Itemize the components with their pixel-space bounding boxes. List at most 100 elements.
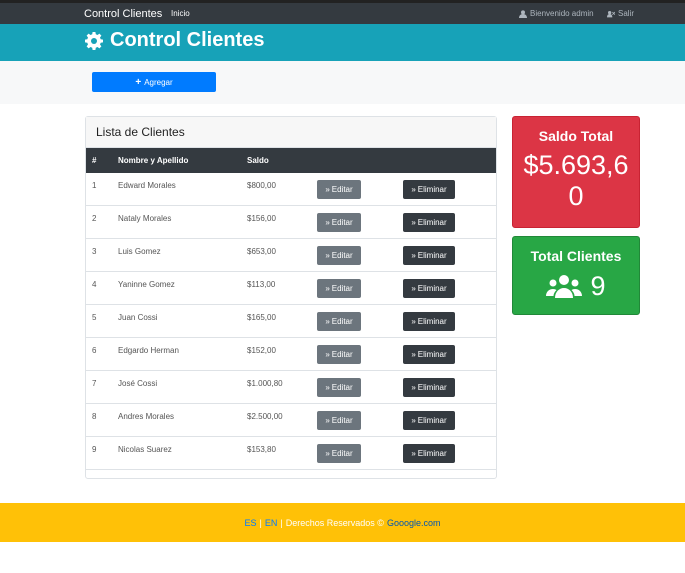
delete-button[interactable]: » Eliminar bbox=[403, 279, 455, 298]
row-balance: $653,00 bbox=[247, 247, 276, 256]
edit-label: Editar bbox=[331, 416, 353, 425]
edit-button[interactable]: » Editar bbox=[317, 246, 361, 265]
delete-button[interactable]: » Eliminar bbox=[403, 180, 455, 199]
table-row: 1 Edward Morales $800,00» Editar» Eliminar bbox=[86, 173, 496, 206]
actions-bar: + Agregar bbox=[0, 61, 685, 104]
delete-label: Eliminar bbox=[417, 185, 447, 194]
row-balance: $152,00 bbox=[247, 346, 276, 355]
table-row: 3 Luis Gomez $653,00» Editar» Eliminar bbox=[86, 239, 496, 272]
nav-link-home[interactable]: Inicio bbox=[171, 9, 190, 18]
double-chevron-icon: » bbox=[411, 218, 416, 227]
edit-button[interactable]: » Editar bbox=[317, 213, 361, 232]
add-client-label: Agregar bbox=[144, 77, 173, 87]
row-balance: $113,00 bbox=[247, 280, 276, 289]
double-chevron-icon: » bbox=[411, 383, 416, 392]
row-name: José Cossi bbox=[118, 379, 158, 388]
delete-label: Eliminar bbox=[417, 449, 447, 458]
lang-es-link[interactable]: ES bbox=[245, 518, 257, 528]
total-clients-card: Total Clientes 9 bbox=[512, 236, 640, 315]
gear-icon bbox=[85, 31, 103, 50]
total-clients-title: Total Clientes bbox=[530, 248, 622, 264]
edit-button[interactable]: » Editar bbox=[317, 444, 361, 463]
edit-button[interactable]: » Editar bbox=[317, 345, 361, 364]
total-balance-value: $5.693,60 bbox=[523, 150, 629, 211]
delete-label: Eliminar bbox=[417, 350, 447, 359]
double-chevron-icon: » bbox=[325, 218, 330, 227]
double-chevron-icon: » bbox=[411, 317, 416, 326]
double-chevron-icon: » bbox=[325, 383, 330, 392]
column-header-name: Nombre y Apellido bbox=[118, 156, 189, 165]
double-chevron-icon: » bbox=[325, 449, 330, 458]
row-number: 3 bbox=[92, 247, 97, 256]
row-name: Nicolas Suarez bbox=[118, 445, 172, 454]
navbar-brand[interactable]: Control Clientes bbox=[84, 8, 162, 20]
row-number: 9 bbox=[92, 445, 97, 454]
row-number: 1 bbox=[92, 181, 97, 190]
row-name: Nataly Morales bbox=[118, 214, 172, 223]
delete-button[interactable]: » Eliminar bbox=[403, 246, 455, 265]
delete-button[interactable]: » Eliminar bbox=[403, 378, 455, 397]
footer-link[interactable]: Gooogle.com bbox=[387, 518, 441, 528]
edit-button[interactable]: » Editar bbox=[317, 279, 361, 298]
clients-card: Lista de Clientes # Nombre y Apellido Sa… bbox=[85, 116, 497, 479]
delete-label: Eliminar bbox=[417, 383, 447, 392]
double-chevron-icon: » bbox=[411, 185, 416, 194]
edit-label: Editar bbox=[331, 317, 353, 326]
edit-label: Editar bbox=[331, 284, 353, 293]
row-balance: $165,00 bbox=[247, 313, 276, 322]
page-title-text: Control Clientes bbox=[110, 29, 265, 51]
total-clients-value: 9 bbox=[590, 271, 606, 301]
add-client-button[interactable]: + Agregar bbox=[92, 72, 216, 92]
nav-welcome-label: Bienvenido admin bbox=[530, 9, 594, 18]
edit-label: Editar bbox=[331, 251, 353, 260]
double-chevron-icon: » bbox=[411, 251, 416, 260]
edit-label: Editar bbox=[331, 218, 353, 227]
lang-en-link[interactable]: EN bbox=[265, 518, 278, 528]
delete-button[interactable]: » Eliminar bbox=[403, 213, 455, 232]
top-navbar: Control Clientes Inicio Bienvenido admin… bbox=[0, 0, 685, 24]
column-header-balance: Saldo bbox=[247, 156, 269, 165]
edit-button[interactable]: » Editar bbox=[317, 312, 361, 331]
nav-logout[interactable]: Salir bbox=[607, 9, 634, 18]
row-number: 8 bbox=[92, 412, 97, 421]
double-chevron-icon: » bbox=[325, 185, 330, 194]
edit-button[interactable]: » Editar bbox=[317, 180, 361, 199]
nav-logout-label: Salir bbox=[618, 9, 635, 18]
double-chevron-icon: » bbox=[411, 449, 416, 458]
nav-welcome[interactable]: Bienvenido admin bbox=[519, 9, 594, 18]
edit-button[interactable]: » Editar bbox=[317, 411, 361, 430]
delete-button[interactable]: » Eliminar bbox=[403, 345, 455, 364]
table-row: 5 Juan Cossi $165,00» Editar» Eliminar bbox=[86, 305, 496, 338]
double-chevron-icon: » bbox=[325, 350, 330, 359]
double-chevron-icon: » bbox=[325, 251, 330, 260]
table-row: 2 Nataly Morales $156,00» Editar» Eliminar bbox=[86, 206, 496, 239]
row-balance: $2.500,00 bbox=[247, 412, 283, 421]
row-balance: $153,80 bbox=[247, 445, 276, 454]
user-times-icon bbox=[607, 10, 615, 17]
page-title: Control Clientes bbox=[84, 29, 264, 52]
clients-card-title: Lista de Clientes bbox=[86, 117, 496, 148]
footer-separator: | bbox=[280, 517, 283, 528]
row-name: Juan Cossi bbox=[118, 313, 158, 322]
edit-label: Editar bbox=[331, 449, 353, 458]
table-body: 1 Edward Morales $800,00» Editar» Eliminar 2 N… bbox=[86, 173, 496, 470]
delete-button[interactable]: » Eliminar bbox=[403, 312, 455, 331]
double-chevron-icon: » bbox=[325, 317, 330, 326]
edit-label: Editar bbox=[331, 350, 353, 359]
plus-icon: + bbox=[135, 76, 142, 88]
double-chevron-icon: » bbox=[325, 416, 330, 425]
delete-button[interactable]: » Eliminar bbox=[403, 444, 455, 463]
row-number: 2 bbox=[92, 214, 97, 223]
delete-button[interactable]: » Eliminar bbox=[403, 411, 455, 430]
table-row: 4 Yaninne Gomez $113,00» Editar» Eliminar bbox=[86, 272, 496, 305]
table-row: 6 Edgardo Herman $152,00» Editar» Eliminar bbox=[86, 338, 496, 371]
edit-button[interactable]: » Editar bbox=[317, 378, 361, 397]
double-chevron-icon: » bbox=[411, 284, 416, 293]
row-balance: $800,00 bbox=[247, 181, 276, 190]
row-number: 4 bbox=[92, 280, 97, 289]
table-row: 9 Nicolas Suarez $153,80» Editar» Eliminar bbox=[86, 437, 496, 470]
users-icon bbox=[546, 274, 583, 298]
user-icon bbox=[519, 9, 527, 18]
double-chevron-icon: » bbox=[325, 284, 330, 293]
row-name: Edgardo Herman bbox=[118, 346, 179, 355]
